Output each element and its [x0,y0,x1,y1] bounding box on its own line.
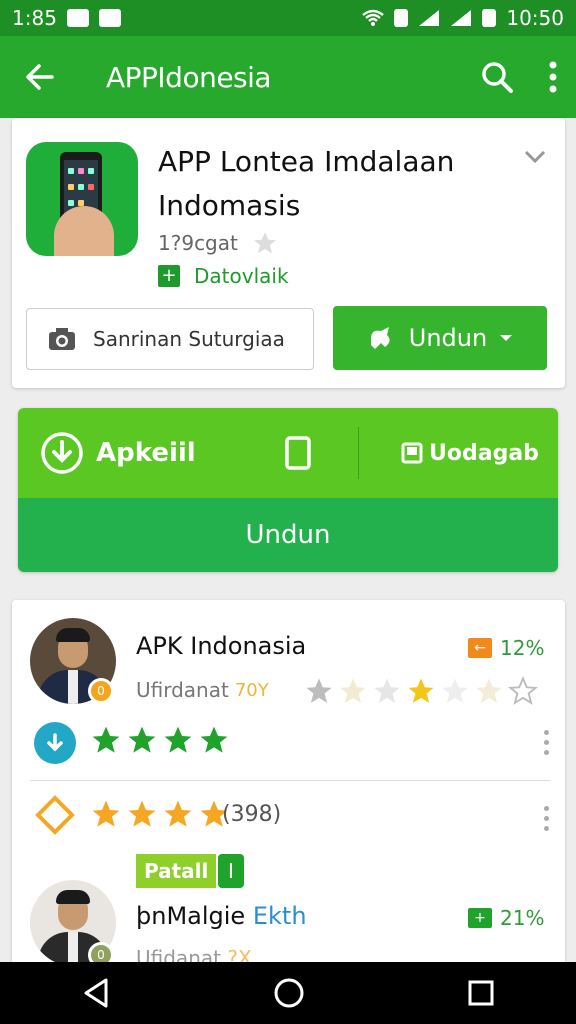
review-year: 70Y [234,679,269,701]
banner-apk-button[interactable]: Apkeiil [18,431,238,475]
download-banner: Apkeiil Uodagab Undun [18,408,558,572]
back-button[interactable] [0,36,80,118]
star-icon [128,800,156,827]
star-icon [408,678,434,703]
banner-cta-label: Undun [245,520,331,550]
wifi-icon [362,9,385,26]
banner-right-button[interactable]: Uodagab [359,441,539,466]
bookmark-icon [401,442,423,464]
banner-right-label: Uodagab [429,440,539,466]
screenshot-button-label: Sanrinan Suturgiaa [93,327,285,351]
overflow-menu-icon[interactable] [548,60,558,94]
review-subtitle: Ufirdanat [136,678,229,702]
more-options-icon[interactable] [544,730,550,755]
app-title: APP Lontea Imdalaan Indomasis [158,145,455,222]
search-icon[interactable] [480,60,514,94]
app-bar: APPIdonesia [0,36,576,118]
app-icon [26,142,138,256]
vk-icon [66,9,89,27]
star-icon [92,800,120,827]
back-nav-icon[interactable] [81,977,111,1009]
review-author-name-part2: Ekth [252,902,307,930]
signal-icon [419,10,440,26]
download-arrow-icon [47,733,63,752]
chevron-down-icon[interactable] [524,150,546,164]
plus-icon: + [158,265,180,287]
status-clock: 10:50 [506,6,564,30]
battery-icon [482,9,497,27]
download-button[interactable] [34,722,76,764]
star-icon [128,726,156,753]
rating-text: 1?9cgat [158,231,238,255]
navigation-bar [0,962,576,1024]
more-options-icon[interactable] [544,806,550,831]
rating-stars [90,798,230,830]
device-icon [285,436,311,470]
tag-badge: Patall [136,854,217,888]
badge-icon: 0 [88,678,114,704]
arrow-icon: ← [468,638,492,658]
download-circle-icon [41,432,83,474]
reviews-card: 0 APK Indonasia ← 12% Ufirdanat 70Y (398… [12,600,565,980]
dropdown-arrow-icon [500,335,513,341]
star-icon [340,678,366,703]
recents-nav-icon[interactable] [467,979,495,1007]
star-icon [306,678,332,703]
banner-left-label: Apkeiil [96,438,196,468]
diamond-icon [35,795,75,835]
screenshot-button[interactable]: Sanrinan Suturgiaa [26,308,314,370]
plus-icon: + [468,908,492,928]
developer-name[interactable]: Datovlaik [194,264,289,288]
app-bar-title: APPIdonesia [106,60,272,94]
review-percent: 21% [500,906,545,930]
status-bar: 1:85 10:50 [0,0,576,36]
star-icon [164,800,192,827]
signal-icon [451,10,472,26]
status-time: 1:85 [12,6,57,30]
star-icon [476,678,502,703]
review-star-rating [304,676,538,706]
review-author-name[interactable]: APK Indonasia [136,632,306,660]
app-card: APP Lontea Imdalaan Indomasis 1?9cgat + … [12,118,565,388]
review-author-name[interactable]: þnMalgie Ekth [136,902,307,930]
star-icon [92,726,120,753]
download-star-rating [90,724,230,756]
install-icon [370,327,390,349]
banner-download-button[interactable]: Undun [18,498,558,572]
rating-count: (398) [222,802,282,827]
n-icon [98,9,121,27]
camera-icon [49,328,75,350]
back-arrow-icon [26,64,54,90]
home-nav-icon[interactable] [273,977,305,1009]
install-button-label: Undun [408,324,488,352]
star-icon [200,726,228,753]
star-icon [442,678,468,703]
star-icon [164,726,192,753]
vibrate-icon [394,9,409,27]
banner-device-button[interactable] [238,436,358,470]
review-percent: 12% [500,636,545,660]
install-button[interactable]: Undun [333,306,547,370]
star-icon [374,678,400,703]
star-outline-icon [508,676,538,705]
tag-badge-secondary: I [218,854,244,888]
star-icon [254,232,276,254]
review-author-name-part1: þnMalgie [136,902,246,930]
